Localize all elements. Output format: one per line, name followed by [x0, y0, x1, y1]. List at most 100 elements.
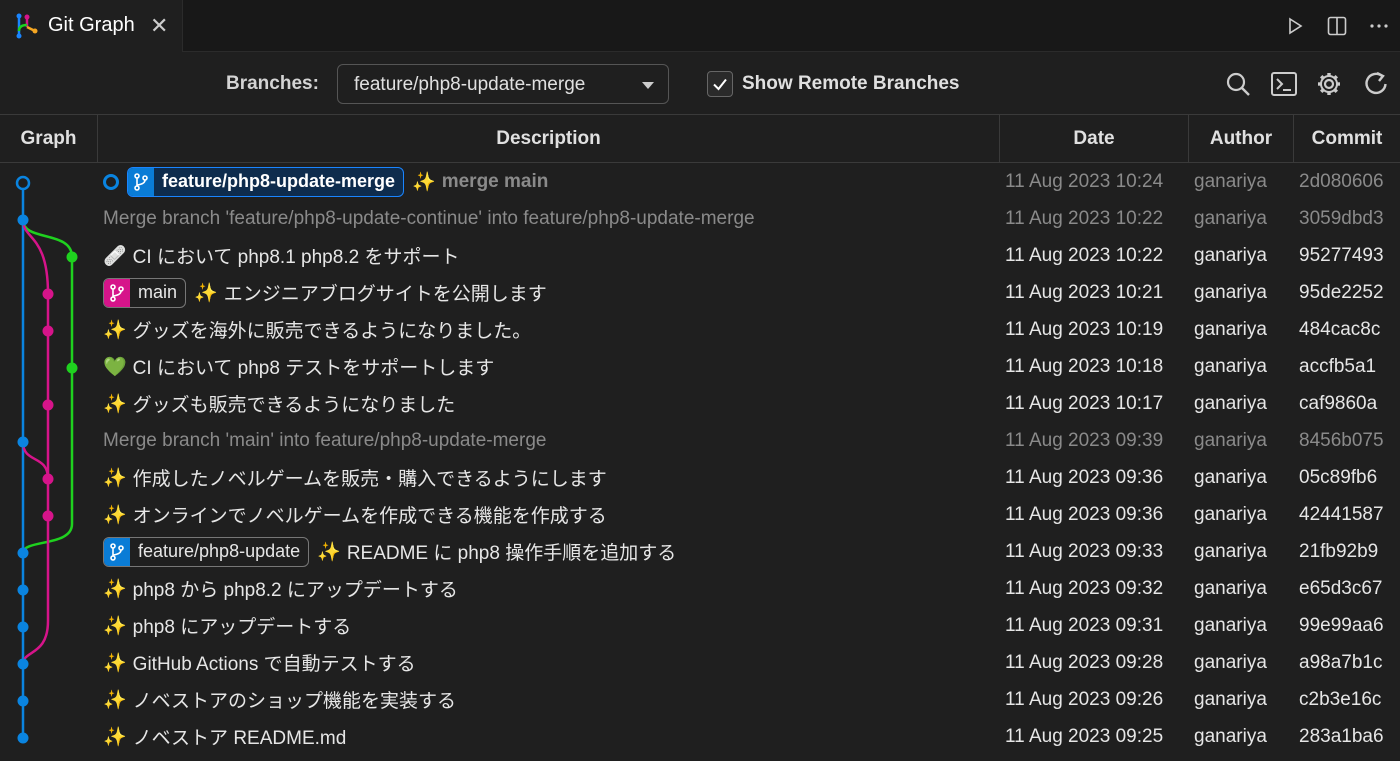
commit-row[interactable]: feature/php8-update ✨ README に php8 操作手順を追… — [0, 533, 1400, 570]
commit-hash: accfb5a1 — [1299, 355, 1377, 377]
branch-ref-label[interactable]: main — [103, 277, 187, 308]
description-column-header[interactable]: Description — [97, 115, 999, 163]
commit-row[interactable]: ✨ オンラインでノベルゲームを作成できる機能を作成する 11 Aug 2023 09… — [0, 496, 1400, 533]
more-actions-icon[interactable] — [1358, 5, 1400, 47]
checkmark-icon — [713, 78, 727, 91]
commit-message: ノベストア README.md — [132, 728, 347, 749]
tab-git-graph[interactable]: Git Graph ✕ — [0, 0, 183, 52]
commit-hash: 8456b075 — [1299, 429, 1384, 451]
commit-row[interactable]: main ✨ エンジニアブログサイトを公開します 11 Aug 2023 10:21 g… — [0, 274, 1400, 311]
commit-description: ✨ グッズを海外に販売できるようになりました。 — [103, 311, 993, 348]
commit-message: php8 から php8.2 にアップデートする — [132, 580, 458, 601]
branch-select-value: feature/php8-update-merge — [354, 74, 586, 95]
refresh-icon[interactable] — [1362, 70, 1390, 98]
commit-row[interactable]: ✨ グッズを海外に販売できるようになりました。 11 Aug 2023 10:19 g… — [0, 311, 1400, 348]
gitmoji-icon: ✨ — [103, 726, 127, 748]
commit-row[interactable]: ✨ ノベストア README.md 11 Aug 2023 09:25 ganariy… — [0, 718, 1400, 755]
commit-row[interactable]: ✨ グッズも販売できるようになりました 11 Aug 2023 10:17 ganar… — [0, 385, 1400, 422]
commit-description: 🩹 CI において php8.1 php8.2 をサポート — [103, 237, 993, 274]
commit-description: Merge branch 'feature/php8-update-contin… — [103, 200, 993, 237]
gitmoji-icon: ✨ — [103, 467, 127, 489]
commit-hash: 99e99aa6 — [1299, 614, 1384, 636]
commit-description: Merge branch 'main' into feature/php8-up… — [103, 422, 993, 459]
graph-column-header[interactable]: Graph — [0, 115, 97, 163]
commit-date: 11 Aug 2023 10:22 — [1005, 244, 1164, 266]
commit-list: feature/php8-update-merge ✨ merge main 11 A… — [0, 163, 1400, 755]
commit-description: ✨ ノベストアのショップ機能を実装する — [103, 681, 993, 718]
commit-description: main ✨ エンジニアブログサイトを公開します — [103, 274, 993, 311]
author-column-header[interactable]: Author — [1188, 115, 1293, 163]
branch-ref-name: feature/php8-update — [138, 541, 301, 561]
commit-row[interactable]: ✨ php8 から php8.2 にアップデートする 11 Aug 2023 09:… — [0, 570, 1400, 607]
commit-hash: 95de2252 — [1299, 281, 1384, 303]
commit-date: 11 Aug 2023 09:39 — [1005, 429, 1164, 451]
commit-hash: c2b3e16c — [1299, 688, 1382, 710]
gitmoji-icon: ✨ — [317, 541, 341, 563]
commit-hash: 21fb92b9 — [1299, 540, 1379, 562]
commit-message: merge main — [441, 170, 549, 192]
commit-message: オンラインでノベルゲームを作成できる機能を作成する — [132, 506, 607, 527]
commit-row[interactable]: 💚 CI において php8 テストをサポートします 11 Aug 2023 10:… — [0, 348, 1400, 385]
commit-column-header[interactable]: Commit — [1293, 115, 1400, 163]
commit-date: 11 Aug 2023 10:18 — [1005, 355, 1164, 377]
gitmoji-icon: ✨ — [103, 504, 127, 526]
commit-row[interactable]: feature/php8-update-merge ✨ merge main 11 A… — [0, 163, 1400, 200]
git-branch-icon — [104, 537, 130, 566]
gitmoji-icon: ✨ — [103, 578, 127, 600]
commit-table-header: Graph Description Date Author Commit — [0, 115, 1400, 163]
commit-description: ✨ php8 にアップデートする — [103, 607, 993, 644]
tab-close-icon[interactable]: ✕ — [150, 13, 168, 39]
commit-author: ganariya — [1194, 503, 1267, 525]
commit-message: GitHub Actions で自動テストする — [132, 654, 416, 675]
search-icon[interactable] — [1224, 70, 1252, 98]
commit-message: ノベストアのショップ機能を実装する — [132, 691, 457, 712]
commit-hash: 05c89fb6 — [1299, 466, 1378, 488]
commit-description: 💚 CI において php8 テストをサポートします — [103, 348, 993, 385]
git-branch-icon — [104, 278, 130, 307]
commit-row[interactable]: ✨ 作成したノベルゲームを販売・購入できるようにします 11 Aug 2023 09… — [0, 459, 1400, 496]
gitmoji-icon: ✨ — [194, 282, 218, 304]
gitmoji-icon: 🩹 — [103, 245, 127, 267]
commit-author: ganariya — [1194, 392, 1267, 414]
commit-date: 11 Aug 2023 10:21 — [1005, 281, 1164, 303]
commit-message: グッズを海外に販売できるようになりました。 — [132, 321, 532, 342]
commit-row[interactable]: ✨ php8 にアップデートする 11 Aug 2023 09:31 ganariya… — [0, 607, 1400, 644]
git-branch-icon — [128, 167, 154, 196]
commit-message: Merge branch 'feature/php8-update-contin… — [103, 207, 755, 229]
commit-description: feature/php8-update ✨ README に php8 操作手順を追… — [103, 533, 993, 570]
commit-row[interactable]: ✨ GitHub Actions で自動テストする 11 Aug 2023 09:2… — [0, 644, 1400, 681]
commit-message: php8 にアップデートする — [132, 617, 352, 638]
terminal-icon[interactable] — [1270, 70, 1298, 98]
commit-message: グッズも販売できるようになりました — [132, 395, 456, 416]
commit-description: ✨ php8 から php8.2 にアップデートする — [103, 570, 993, 607]
branch-ref-label[interactable]: feature/php8-update-merge — [127, 166, 405, 197]
commit-author: ganariya — [1194, 170, 1267, 192]
commit-date: 11 Aug 2023 09:36 — [1005, 503, 1164, 525]
commit-hash: a98a7b1c — [1299, 651, 1383, 673]
date-column-header[interactable]: Date — [999, 115, 1188, 163]
commit-date: 11 Aug 2023 09:31 — [1005, 614, 1164, 636]
git-graph-icon — [16, 13, 38, 39]
commit-date: 11 Aug 2023 09:32 — [1005, 577, 1164, 599]
commit-row[interactable]: Merge branch 'main' into feature/php8-up… — [0, 422, 1400, 459]
commit-hash: 42441587 — [1299, 503, 1384, 525]
gear-icon[interactable] — [1315, 70, 1343, 98]
commit-message: 作成したノベルゲームを販売・購入できるようにします — [132, 469, 607, 490]
commit-row[interactable]: Merge branch 'feature/php8-update-contin… — [0, 200, 1400, 237]
commit-row[interactable]: ✨ ノベストアのショップ機能を実装する 11 Aug 2023 09:26 ganar… — [0, 681, 1400, 718]
commit-message: エンジニアブログサイトを公開します — [223, 284, 547, 305]
show-remote-branches-checkbox[interactable] — [707, 71, 733, 97]
commit-author: ganariya — [1194, 540, 1267, 562]
commit-row[interactable]: 🩹 CI において php8.1 php8.2 をサポート 11 Aug 2023 … — [0, 237, 1400, 274]
branch-ref-label[interactable]: feature/php8-update — [103, 536, 310, 567]
chevron-down-icon — [642, 82, 654, 89]
show-remote-branches-label: Show Remote Branches — [742, 73, 960, 94]
commit-message: README に php8 操作手順を追加する — [346, 543, 677, 564]
commit-date: 11 Aug 2023 09:28 — [1005, 651, 1164, 673]
run-icon[interactable] — [1274, 5, 1316, 47]
split-editor-icon[interactable] — [1316, 5, 1358, 47]
commit-date: 11 Aug 2023 09:36 — [1005, 466, 1164, 488]
commit-hash: caf9860a — [1299, 392, 1378, 414]
commit-author: ganariya — [1194, 688, 1267, 710]
branch-select[interactable]: feature/php8-update-merge — [337, 64, 669, 104]
